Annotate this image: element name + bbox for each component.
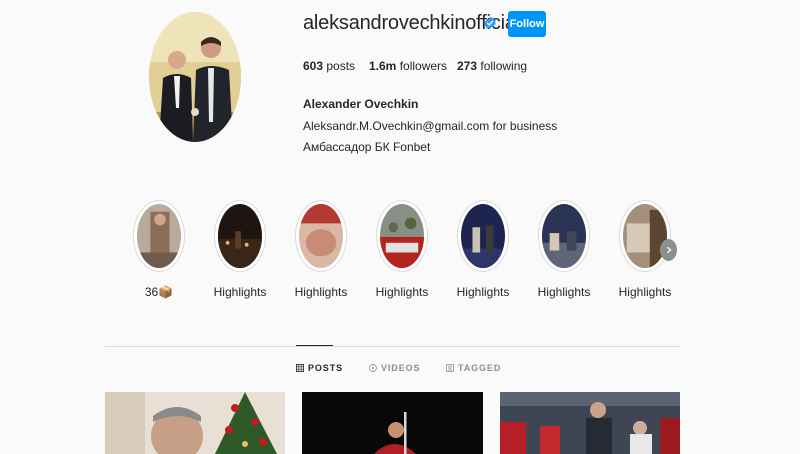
story-highlight[interactable]: Highlights [295,200,347,299]
highlight-cover [299,204,343,268]
follow-button[interactable]: Follow [508,11,546,37]
following-count-value: 273 [457,59,478,73]
story-highlight[interactable]: Highlights [619,200,671,299]
highlight-label: Highlights [375,285,429,299]
story-highlight[interactable]: Highlights [214,200,266,299]
bio-ambassador: Амбассадор БК Fonbet [303,140,431,154]
highlight-ring [133,200,185,272]
bio-business-email: Aleksandr.M.Ovechkin@gmail.com for busin… [303,119,558,133]
profile-full-name: Alexander Ovechkin [303,97,419,111]
highlight-label: Highlights [213,285,267,299]
tag-person-icon [446,364,454,372]
highlight-ring [457,200,509,272]
highlight-cover [542,204,586,268]
posts-count-value: 603 [303,59,324,73]
highlight-ring [295,200,347,272]
highlight-cover [380,204,424,268]
post-thumbnail[interactable] [302,392,483,454]
posts-count-stat: 603 posts [303,59,355,73]
highlight-label: Highlights [537,285,591,299]
chevron-right-icon [666,246,672,254]
tab-posts-label: POSTS [308,363,344,373]
story-highlight[interactable]: Highlights [376,200,428,299]
followers-count-stat[interactable]: 1.6m followers [369,59,447,73]
verified-badge-icon [484,16,496,30]
posts-count-label: posts [326,59,356,73]
profile-avatar[interactable] [149,12,241,142]
tab-tagged-label: TAGGED [458,363,502,373]
highlight-label: Highlights [456,285,510,299]
highlight-ring [538,200,590,272]
story-highlight[interactable]: 36📦 [133,200,185,299]
followers-count-value: 1.6m [369,59,397,73]
active-tab-indicator [296,345,333,346]
highlight-ring [214,200,266,272]
highlight-cover [137,204,181,268]
highlight-ring [376,200,428,272]
grid-icon [296,364,304,372]
story-highlight[interactable]: Highlights [457,200,509,299]
highlight-cover [218,204,262,268]
highlight-ring [619,200,671,272]
tab-videos[interactable]: VIDEOS [369,363,420,373]
highlight-cover [461,204,505,268]
tab-videos-label: VIDEOS [381,363,421,373]
play-circle-icon [369,364,377,372]
highlight-label: Highlights [294,285,348,299]
highlight-label: 36📦 [144,285,174,299]
post-image [105,392,285,454]
avatar-photo [149,12,241,142]
post-thumbnail[interactable] [105,392,285,454]
tab-posts[interactable]: POSTS [296,363,343,373]
tabs-divider [105,346,680,347]
post-image [302,392,483,454]
highlight-cover [623,204,667,268]
following-count-stat[interactable]: 273 following [457,59,527,73]
post-image [500,392,680,454]
post-thumbnail[interactable] [500,392,680,454]
highlights-next-button[interactable] [660,239,677,261]
tab-tagged[interactable]: TAGGED [446,363,501,373]
story-highlight[interactable]: Highlights [538,200,590,299]
following-count-label: following [480,59,528,73]
followers-count-label: followers [399,59,448,73]
highlight-label: Highlights [618,285,672,299]
